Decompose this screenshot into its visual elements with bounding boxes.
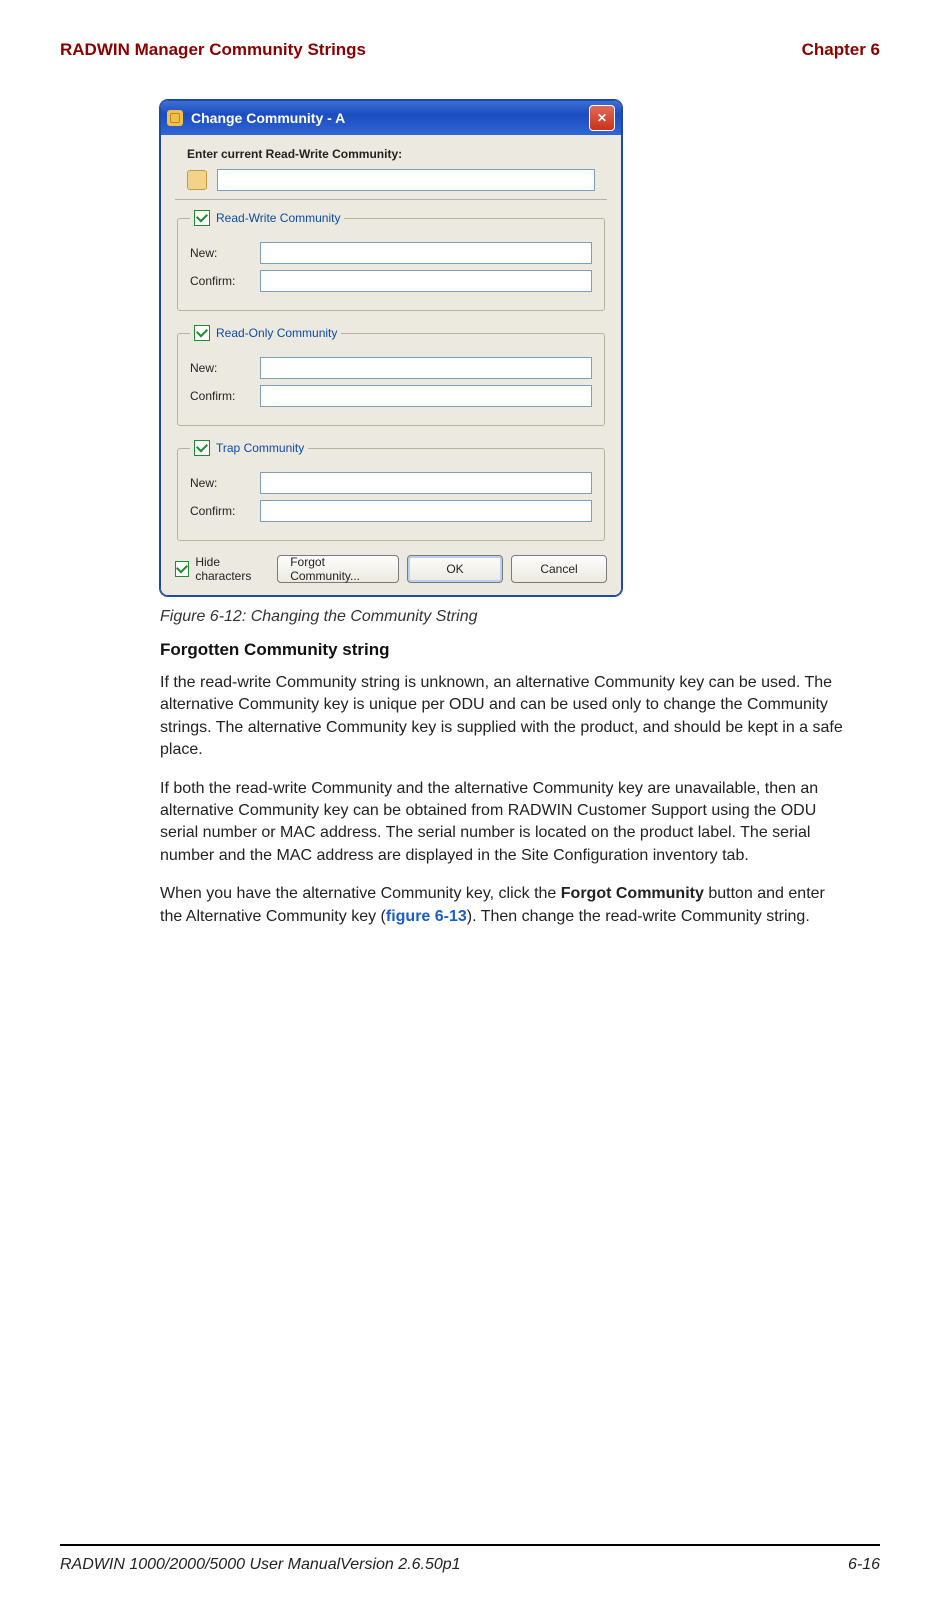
ro-legend[interactable]: Read-Only Community: [190, 325, 341, 341]
paragraph-1: If the read-write Community string is un…: [160, 672, 850, 762]
read-write-group: Read-Write Community New: Confirm:: [177, 210, 605, 311]
ro-confirm-label: Confirm:: [190, 389, 260, 403]
rw-new-input[interactable]: [260, 242, 592, 264]
rw-legend-text: Read-Write Community: [216, 211, 340, 225]
trap-confirm-input[interactable]: [260, 500, 592, 522]
key-icon: [187, 170, 207, 190]
para3-prefix: When you have the alternative Community …: [160, 885, 561, 902]
hide-characters-checkbox[interactable]: Hide characters: [175, 555, 269, 583]
ro-confirm-input[interactable]: [260, 385, 592, 407]
ro-legend-text: Read-Only Community: [216, 326, 337, 340]
paragraph-3: When you have the alternative Community …: [160, 883, 850, 928]
paragraph-2: If both the read-write Community and the…: [160, 778, 850, 868]
key-icon: [167, 110, 183, 126]
figure-link[interactable]: figure 6-13: [386, 908, 467, 925]
checkbox-icon[interactable]: [175, 561, 189, 577]
close-icon[interactable]: ✕: [589, 105, 615, 131]
trap-legend[interactable]: Trap Community: [190, 440, 308, 456]
rw-new-label: New:: [190, 246, 260, 260]
rw-confirm-input[interactable]: [260, 270, 592, 292]
trap-legend-text: Trap Community: [216, 441, 304, 455]
para3-bold: Forgot Community: [561, 885, 704, 902]
checkbox-icon[interactable]: [194, 325, 210, 341]
header-right: Chapter 6: [802, 40, 880, 60]
rw-legend[interactable]: Read-Write Community: [190, 210, 344, 226]
checkbox-icon[interactable]: [194, 210, 210, 226]
checkbox-icon[interactable]: [194, 440, 210, 456]
divider: [175, 199, 607, 200]
rw-confirm-label: Confirm:: [190, 274, 260, 288]
current-rw-input[interactable]: [217, 169, 595, 191]
forgot-community-button[interactable]: Forgot Community...: [277, 555, 399, 583]
header-left: RADWIN Manager Community Strings: [60, 40, 366, 60]
read-only-group: Read-Only Community New: Confirm:: [177, 325, 605, 426]
ro-new-input[interactable]: [260, 357, 592, 379]
trap-group: Trap Community New: Confirm:: [177, 440, 605, 541]
trap-new-input[interactable]: [260, 472, 592, 494]
footer-page-number: 6-16: [848, 1556, 880, 1574]
ro-new-label: New:: [190, 361, 260, 375]
prompt-label: Enter current Read-Write Community:: [187, 147, 607, 161]
para3-suffix: ). Then change the read-write Community …: [467, 908, 810, 925]
footer-left: RADWIN 1000/2000/5000 User ManualVersion…: [60, 1556, 461, 1574]
window-title: Change Community - A: [191, 110, 345, 126]
cancel-button[interactable]: Cancel: [511, 555, 607, 583]
trap-confirm-label: Confirm:: [190, 504, 260, 518]
titlebar: Change Community - A ✕: [161, 101, 621, 135]
ok-button[interactable]: OK: [407, 555, 503, 583]
figure-caption: Figure 6-12: Changing the Community Stri…: [160, 608, 850, 626]
section-heading: Forgotten Community string: [160, 640, 850, 660]
trap-new-label: New:: [190, 476, 260, 490]
change-community-dialog: Change Community - A ✕ Enter current Rea…: [160, 100, 622, 596]
hide-characters-label: Hide characters: [195, 555, 269, 583]
